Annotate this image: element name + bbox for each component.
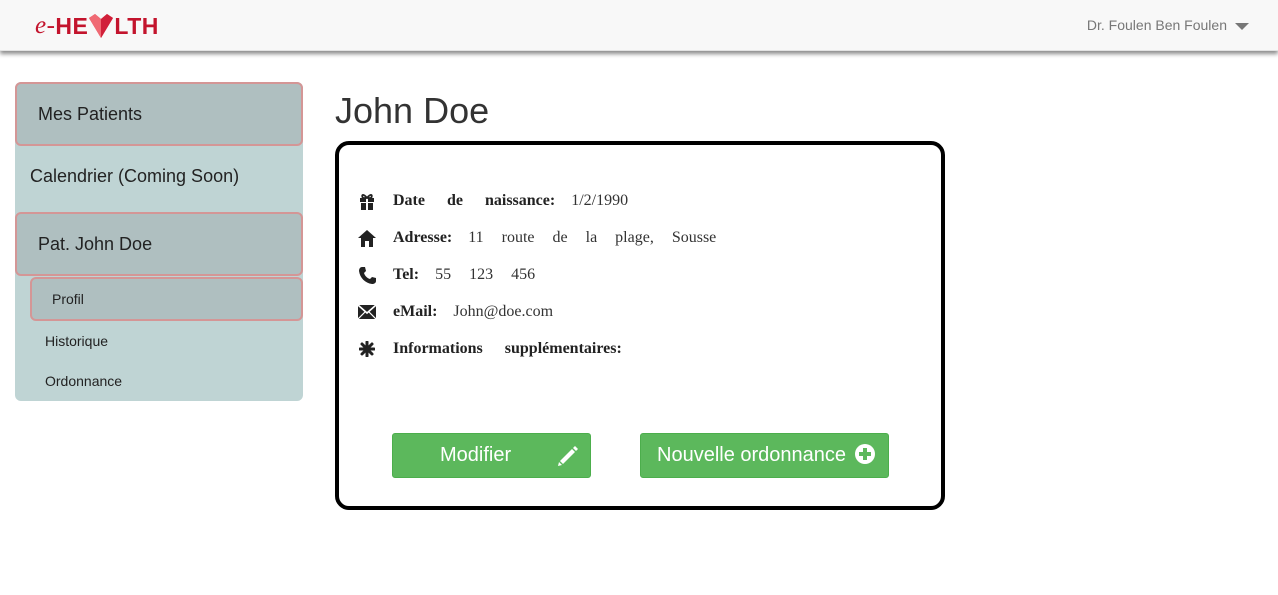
- birthdate-label: Date de naissance:: [393, 192, 556, 209]
- page-title: John Doe: [335, 90, 490, 131]
- edit-button-label: Modifier: [440, 444, 512, 466]
- additional-info-label: Informations supplémentaires:: [393, 340, 622, 357]
- user-menu-dropdown[interactable]: Dr. Foulen Ben Foulen: [1087, 17, 1249, 33]
- phone-value: 55 123 456: [435, 266, 536, 283]
- logo-text-start: HE: [55, 12, 89, 39]
- asterisk-icon: [357, 339, 377, 359]
- patient-profile-card: Date de naissance: 1/2/1990 Adresse: 11 …: [335, 141, 945, 510]
- email-label: eMail:: [393, 303, 438, 320]
- sidebar-item-label: Ordonnance: [45, 373, 123, 389]
- app-logo[interactable]: e- HE LTH: [35, 10, 159, 42]
- sidebar-item-label: Mes Patients: [38, 103, 143, 124]
- birthdate-row: Date de naissance: 1/2/1990: [357, 189, 628, 213]
- address-label: Adresse:: [393, 229, 453, 246]
- sidebar-item-mes-patients[interactable]: Mes Patients: [15, 82, 303, 146]
- top-navbar: e- HE LTH Dr. Foulen Ben Foulen: [0, 0, 1278, 51]
- additional-info-row: Informations supplémentaires:: [357, 337, 638, 361]
- sidebar-item-calendrier[interactable]: Calendrier (Coming Soon): [30, 166, 239, 187]
- home-icon: [357, 228, 377, 248]
- heart-logo-icon: [89, 14, 114, 38]
- address-value: 11 route de la plage, Sousse: [468, 229, 717, 246]
- email-value: John@doe.com: [453, 303, 554, 320]
- envelope-icon: [357, 302, 377, 322]
- new-prescription-button-label: Nouvelle ordonnance: [657, 444, 847, 466]
- address-row: Adresse: 11 route de la plage, Sousse: [357, 226, 716, 250]
- logo-prefix: e-: [35, 12, 56, 39]
- phone-icon: [357, 265, 377, 285]
- sidebar-subitem-profil[interactable]: Profil: [30, 277, 303, 321]
- sidebar-item-patient-john-doe[interactable]: Pat. John Doe: [15, 212, 303, 276]
- sidebar: Mes Patients Calendrier (Coming Soon) Pa…: [15, 82, 303, 401]
- pencil-icon: [557, 445, 579, 467]
- email-row: eMail: John@doe.com: [357, 300, 553, 324]
- sidebar-item-label: Calendrier (Coming Soon): [30, 166, 240, 186]
- sidebar-item-label: Pat. John Doe: [38, 233, 153, 254]
- plus-circle-icon: [854, 443, 876, 465]
- edit-button[interactable]: Modifier: [392, 433, 591, 478]
- caret-down-icon: [1235, 22, 1249, 30]
- phone-row: Tel: 55 123 456: [357, 263, 535, 287]
- sidebar-subitem-historique[interactable]: Historique: [45, 333, 108, 349]
- new-prescription-button[interactable]: Nouvelle ordonnance: [640, 433, 889, 478]
- logo-text-end: LTH: [114, 12, 159, 39]
- gift-icon: [357, 191, 377, 211]
- sidebar-item-label: Historique: [45, 333, 109, 349]
- phone-label: Tel:: [393, 266, 420, 283]
- user-name: Dr. Foulen Ben Foulen: [1086, 17, 1227, 33]
- sidebar-item-label: Profil: [52, 291, 84, 307]
- sidebar-subitem-ordonnance[interactable]: Ordonnance: [45, 373, 122, 389]
- birthdate-value: 1/2/1990: [571, 192, 629, 209]
